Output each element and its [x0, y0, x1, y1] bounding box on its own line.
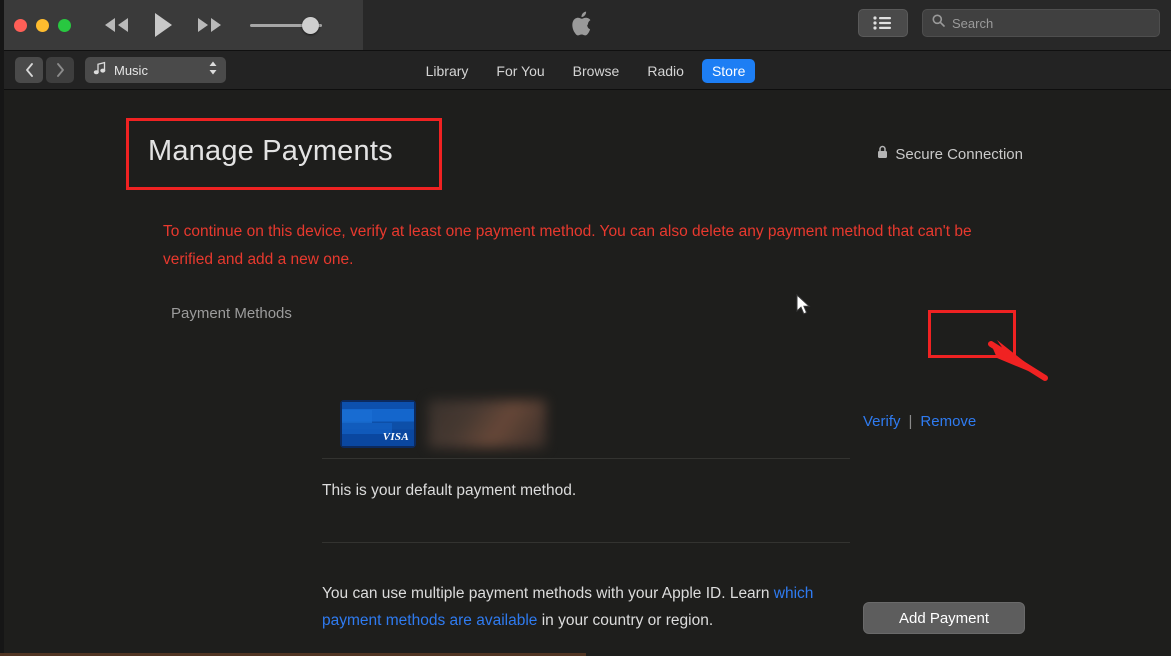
- search-icon: [932, 14, 945, 32]
- playback-controls-area: [0, 0, 363, 50]
- remove-link[interactable]: Remove: [920, 413, 976, 430]
- volume-knob[interactable]: [302, 17, 319, 34]
- divider-1: [322, 458, 850, 459]
- manage-payments-page: Manage Payments Secure Connection To con…: [0, 90, 1171, 656]
- divider-2: [322, 542, 850, 543]
- tab-radio[interactable]: Radio: [637, 59, 694, 83]
- add-payment-button[interactable]: Add Payment: [863, 602, 1025, 634]
- payment-methods-label: Payment Methods: [171, 305, 292, 322]
- window-title-bar: Search: [0, 0, 1171, 51]
- secure-connection-indicator: Secure Connection: [877, 145, 1023, 163]
- window-left-edge: [0, 0, 4, 656]
- play-icon[interactable]: [152, 12, 174, 38]
- rewind-icon[interactable]: [101, 16, 131, 34]
- default-payment-note: This is your default payment method.: [322, 482, 577, 499]
- action-separator: |: [908, 413, 913, 430]
- page-title: Manage Payments: [148, 135, 393, 167]
- tab-for-you[interactable]: For You: [486, 59, 554, 83]
- volume-slider[interactable]: [250, 15, 332, 35]
- transport-controls[interactable]: [101, 12, 225, 38]
- visa-brand-label: VISA: [382, 431, 409, 443]
- window-traffic-lights[interactable]: [14, 18, 71, 32]
- tab-browse[interactable]: Browse: [563, 59, 630, 83]
- navigation-bar: Music Library For You Browse Radio Store: [0, 51, 1171, 90]
- list-view-icon[interactable]: [858, 9, 908, 37]
- lock-icon: [877, 145, 888, 163]
- multiple-payment-methods-note: You can use multiple payment methods wit…: [322, 580, 850, 634]
- close-window-button[interactable]: [14, 18, 27, 32]
- multi-note-part1: You can use multiple payment methods wit…: [322, 585, 774, 602]
- payment-method-actions: Verify | Remove: [863, 413, 976, 430]
- search-placeholder: Search: [952, 15, 994, 31]
- toolbar-right-group: Search: [858, 9, 1160, 37]
- fast-forward-icon[interactable]: [195, 16, 225, 34]
- search-input[interactable]: Search: [922, 9, 1160, 37]
- redacted-card-details: [428, 400, 546, 448]
- minimize-window-button[interactable]: [36, 18, 49, 32]
- apple-logo: [571, 9, 595, 44]
- multi-note-part2: in your country or region.: [537, 612, 714, 629]
- verification-warning-text: To continue on this device, verify at le…: [163, 223, 972, 268]
- tab-library[interactable]: Library: [416, 59, 479, 83]
- zoom-window-button[interactable]: [58, 18, 71, 32]
- tab-store[interactable]: Store: [701, 58, 756, 83]
- verify-link[interactable]: Verify: [863, 413, 901, 430]
- secure-connection-label: Secure Connection: [895, 145, 1023, 163]
- visa-card-thumbnail[interactable]: VISA: [340, 400, 416, 448]
- store-tabs: Library For You Browse Radio Store: [0, 51, 1171, 90]
